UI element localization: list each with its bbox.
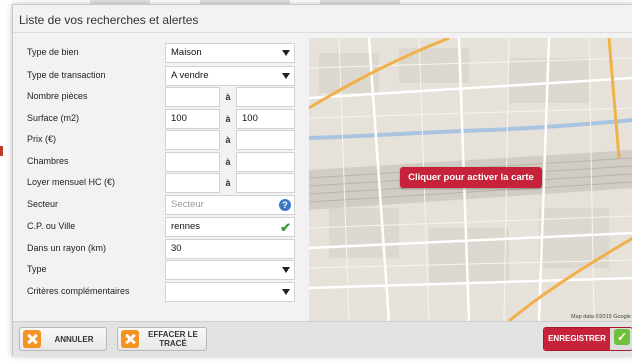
save-label: ENREGISTRER bbox=[544, 328, 610, 350]
chevron-down-icon bbox=[282, 73, 290, 79]
close-icon bbox=[121, 330, 139, 348]
dialog-footer: ANNULER EFFACER LE TRACÉ ENREGISTRER ✓ bbox=[13, 321, 632, 356]
map-credit: Map data ©2015 Google bbox=[570, 314, 631, 320]
chambres-max-input[interactable] bbox=[236, 152, 295, 172]
search-alert-dialog: Liste de vos recherches et alertes Type … bbox=[12, 4, 632, 356]
nombre-pieces-max-input[interactable] bbox=[236, 87, 295, 107]
range-separator: à bbox=[225, 114, 231, 124]
cp-ville-value: rennes bbox=[171, 221, 201, 232]
label-secteur: Secteur bbox=[27, 199, 59, 209]
criteres-select[interactable] bbox=[165, 282, 295, 302]
help-icon[interactable]: ? bbox=[279, 199, 291, 211]
row-type: Type bbox=[27, 260, 297, 282]
label-chambres: Chambres bbox=[27, 156, 69, 166]
activate-map-button[interactable]: Cliquer pour activer la carte bbox=[400, 167, 542, 188]
divider bbox=[13, 32, 632, 33]
label-type-bien: Type de bien bbox=[27, 47, 79, 57]
cancel-button[interactable]: ANNULER bbox=[19, 327, 107, 351]
type-transaction-value: A vendre bbox=[171, 70, 209, 81]
label-type-transaction: Type de transaction bbox=[27, 70, 106, 80]
chevron-down-icon bbox=[282, 289, 290, 295]
row-type-bien: Type de bien Maison bbox=[27, 43, 297, 65]
row-type-transaction: Type de transaction A vendre bbox=[27, 66, 297, 88]
map-panel[interactable]: Cliquer pour activer la carte Map data ©… bbox=[309, 38, 632, 321]
type-bien-select[interactable]: Maison bbox=[165, 43, 295, 63]
close-icon bbox=[23, 330, 41, 348]
label-loyer: Loyer mensuel HC (€) bbox=[27, 177, 116, 187]
loyer-max-input[interactable] bbox=[236, 173, 295, 193]
type-transaction-select[interactable]: A vendre bbox=[165, 66, 295, 86]
background-accent bbox=[0, 146, 3, 156]
row-cp-ville: C.P. ou Ville rennes ✔ bbox=[27, 217, 297, 239]
surface-min-input[interactable]: 100 bbox=[165, 109, 220, 129]
range-separator: à bbox=[225, 135, 231, 145]
row-rayon: Dans un rayon (km) 30 bbox=[27, 239, 297, 261]
cp-ville-input[interactable]: rennes ✔ bbox=[165, 217, 295, 237]
row-nombre-pieces: Nombre pièces à bbox=[27, 87, 297, 109]
chevron-down-icon bbox=[282, 267, 290, 273]
type-bien-value: Maison bbox=[171, 47, 202, 58]
row-prix: Prix (€) à bbox=[27, 130, 297, 152]
label-cp-ville: C.P. ou Ville bbox=[27, 221, 76, 231]
label-prix: Prix (€) bbox=[27, 134, 56, 144]
nombre-pieces-min-input[interactable] bbox=[165, 87, 220, 107]
label-rayon: Dans un rayon (km) bbox=[27, 243, 107, 253]
secteur-placeholder: Secteur bbox=[171, 199, 204, 210]
range-separator: à bbox=[225, 178, 231, 188]
label-nombre-pieces: Nombre pièces bbox=[27, 91, 88, 101]
type-select[interactable] bbox=[165, 260, 295, 280]
row-criteres: Critères complémentaires bbox=[27, 282, 297, 304]
row-surface: Surface (m2) 100 à 100 bbox=[27, 109, 297, 131]
chevron-down-icon bbox=[282, 50, 290, 56]
row-chambres: Chambres à bbox=[27, 152, 297, 174]
check-icon-box: ✓ bbox=[610, 328, 632, 350]
range-separator: à bbox=[225, 157, 231, 167]
label-type: Type bbox=[27, 264, 47, 274]
label-surface: Surface (m2) bbox=[27, 113, 80, 123]
range-separator: à bbox=[225, 92, 231, 102]
secteur-input[interactable]: Secteur ? bbox=[165, 195, 295, 215]
label-criteres: Critères complémentaires bbox=[27, 286, 130, 296]
surface-max-input[interactable]: 100 bbox=[236, 109, 295, 129]
check-icon: ✔ bbox=[280, 220, 291, 235]
cancel-label: ANNULER bbox=[54, 334, 94, 344]
clear-label: EFFACER LE TRACÉ bbox=[148, 330, 198, 348]
loyer-min-input[interactable] bbox=[165, 173, 220, 193]
dialog-title: Liste de vos recherches et alertes bbox=[19, 13, 199, 27]
check-icon: ✓ bbox=[614, 329, 630, 345]
row-secteur: Secteur Secteur ? bbox=[27, 195, 297, 217]
prix-min-input[interactable] bbox=[165, 130, 220, 150]
save-button[interactable]: ENREGISTRER ✓ bbox=[543, 327, 632, 351]
clear-drawing-button[interactable]: EFFACER LE TRACÉ bbox=[117, 327, 207, 351]
prix-max-input[interactable] bbox=[236, 130, 295, 150]
row-loyer: Loyer mensuel HC (€) à bbox=[27, 173, 297, 195]
chambres-min-input[interactable] bbox=[165, 152, 220, 172]
rayon-input[interactable]: 30 bbox=[165, 239, 295, 259]
